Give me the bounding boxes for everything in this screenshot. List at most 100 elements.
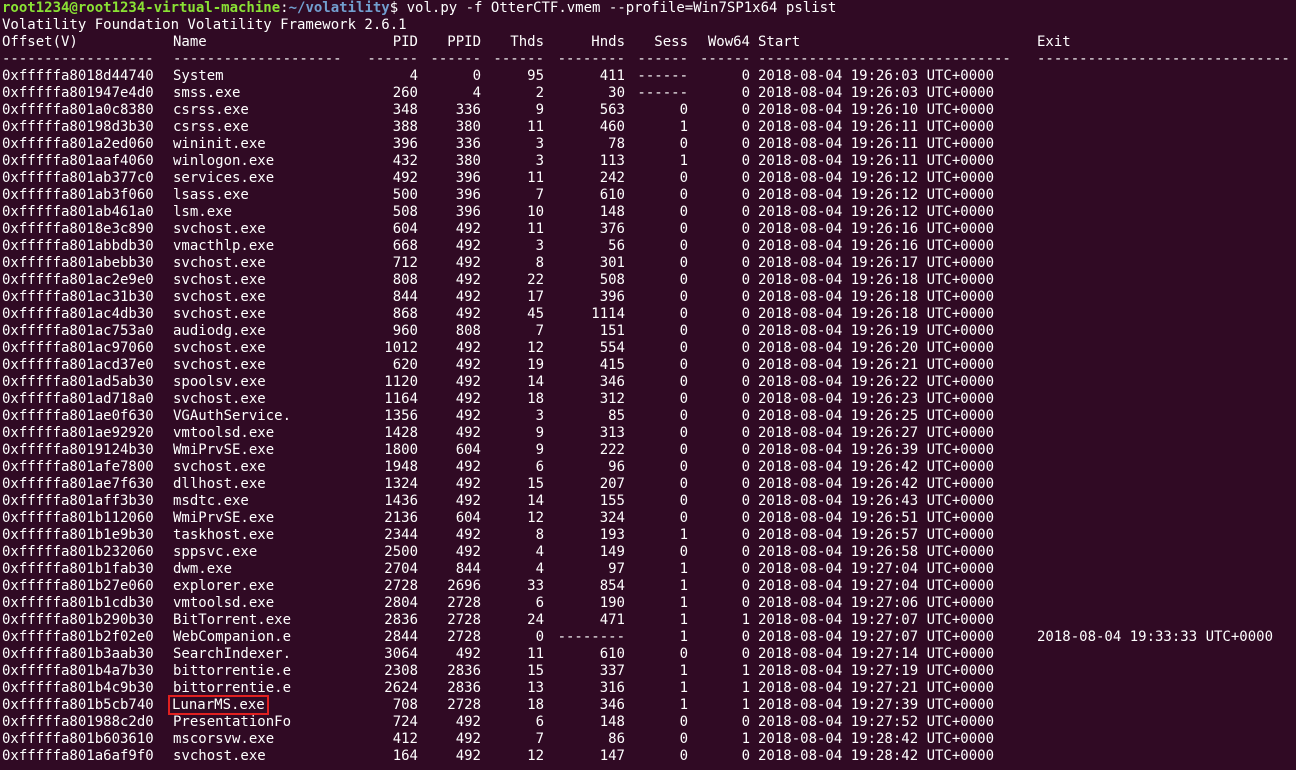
cell-hnds: 460 [599, 119, 625, 135]
cell-offset: 0xfffffa801a6af9f0 [2, 748, 154, 764]
cell-ppid: 492 [455, 357, 481, 373]
separator-thds: ------ [493, 51, 544, 67]
cell-offset: 0xfffffa801b27e060 [2, 578, 154, 594]
cell-start: 2018-08-04 19:26:11 UTC+0000 [758, 136, 995, 152]
cell-pid: 1120 [384, 374, 418, 390]
separator-offset: ------------------ [2, 51, 154, 67]
cell-thds: 7 [535, 187, 544, 203]
cell-ppid: 0 [472, 68, 481, 84]
cell-exit [1037, 578, 1296, 595]
cell-thds: 3 [535, 238, 544, 254]
cell-pid: 500 [392, 187, 418, 203]
cell-pid: 3064 [384, 646, 418, 662]
cell-start: 2018-08-04 19:27:52 UTC+0000 [758, 714, 995, 730]
cell-pid: 1948 [384, 459, 418, 475]
cell-sess: 1 [679, 561, 688, 577]
cell-wow64: 1 [741, 697, 750, 713]
cell-exit [1037, 221, 1296, 238]
cell-thds: 3 [535, 408, 544, 424]
prompt-separator: : [280, 0, 289, 16]
cell-ppid: 2728 [447, 612, 481, 628]
cell-hnds: 78 [608, 136, 625, 152]
cell-exit [1037, 374, 1296, 391]
cell-wow64: 0 [741, 561, 750, 577]
cell-wow64: 0 [741, 442, 750, 458]
cell-name: dwm.exe [173, 561, 233, 577]
cell-wow64: 0 [741, 714, 750, 730]
cell-pid: 2836 [384, 612, 418, 628]
cell-hnds: 324 [599, 510, 625, 526]
table-row: 0xfffffa801b5cb740 LunarMS.exe 708 2728 18 34… [2, 695, 1296, 715]
separator-start: ------------------------------ [758, 51, 1011, 67]
cell-ppid: 396 [455, 170, 481, 186]
cell-sess: 1 [679, 663, 688, 679]
cell-offset: 0xfffffa801aff3b30 [2, 493, 154, 509]
cell-exit [1037, 459, 1296, 476]
command-text: vol.py -f OtterCTF.vmem --profile=Win7SP… [406, 0, 837, 16]
cell-hnds: 610 [599, 187, 625, 203]
cell-exit [1037, 527, 1296, 544]
cell-hnds: 471 [599, 612, 625, 628]
cell-name: wininit.exe [173, 136, 266, 152]
cell-hnds: 147 [599, 748, 625, 764]
table-row: 0xfffffa801b290b30 BitTorrent.exe 2836 2728… [2, 612, 1296, 629]
cell-name: svchost.exe [173, 221, 266, 237]
cell-ppid: 2728 [447, 629, 481, 645]
header-ppid: PPID [447, 34, 481, 50]
cell-wow64: 0 [741, 102, 750, 118]
cell-name: svchost.exe [173, 748, 266, 764]
cell-sess: 1 [679, 612, 688, 628]
cell-sess: 0 [679, 238, 688, 254]
cell-thds: 18 [527, 697, 544, 713]
cell-ppid: 380 [455, 153, 481, 169]
cell-hnds: 85 [608, 408, 625, 424]
cell-ppid: 2696 [447, 578, 481, 594]
cell-hnds: 148 [599, 204, 625, 220]
cell-wow64: 0 [741, 646, 750, 662]
cell-pid: 712 [392, 255, 418, 271]
cell-thds: 12 [527, 510, 544, 526]
highlighted-process-name: LunarMS.exe [168, 695, 269, 715]
cell-name: spoolsv.exe [173, 374, 266, 390]
cell-start: 2018-08-04 19:26:27 UTC+0000 [758, 425, 995, 441]
table-row: 0xfffffa801ac97060 svchost.exe 1012 492 12 55… [2, 340, 1296, 357]
cell-ppid: 4 [472, 85, 481, 101]
cell-sess: 0 [679, 374, 688, 390]
cell-sess: 1 [679, 595, 688, 611]
cell-pid: 2844 [384, 629, 418, 645]
cell-name: LunarMS.exe [168, 695, 373, 715]
cell-offset: 0xfffffa801ac753a0 [2, 323, 154, 339]
cell-thds: 7 [535, 323, 544, 339]
cell-offset: 0xfffffa801abebb30 [2, 255, 154, 271]
cell-sess: 0 [679, 748, 688, 764]
cell-sess: 1 [679, 119, 688, 135]
table-row: 0xfffffa801988c2d0 PresentationFo 724 492 6 1… [2, 714, 1296, 731]
cell-start: 2018-08-04 19:27:19 UTC+0000 [758, 663, 995, 679]
cell-exit [1037, 493, 1296, 510]
cell-wow64: 0 [741, 748, 750, 764]
table-row: 0xfffffa801aff3b30 msdtc.exe 1436 492 14 155 0… [2, 493, 1296, 510]
cell-exit [1037, 85, 1296, 102]
table-row: 0xfffffa801b4a7b30 bittorrentie.e 2308 2836… [2, 663, 1296, 680]
cell-exit [1037, 68, 1296, 85]
cell-pid: 2804 [384, 595, 418, 611]
cell-thds: 9 [535, 102, 544, 118]
cell-hnds: 207 [599, 476, 625, 492]
cell-name: msdtc.exe [173, 493, 249, 509]
cell-pid: 2308 [384, 663, 418, 679]
terminal-window[interactable]: root1234@root1234-virtual-machine:~/vola… [2, 0, 1296, 770]
table-row: 0xfffffa801b603610 mscorsvw.exe 412 492 7 86 0… [2, 731, 1296, 748]
cell-thds: 15 [527, 663, 544, 679]
table-row: 0xfffffa801b2f02e0 WebCompanion.e 2844 2728… [2, 629, 1296, 646]
cell-exit [1037, 408, 1296, 425]
cell-name: VGAuthService. [173, 408, 292, 424]
table-row: 0xfffffa801afe7800 svchost.exe 1948 492 6 96 0… [2, 459, 1296, 476]
table-row: 0xfffffa801b3aab30 SearchIndexer. 3064 492 1… [2, 646, 1296, 663]
cell-start: 2018-08-04 19:27:04 UTC+0000 [758, 578, 995, 594]
table-row: 0xfffffa801ab461a0 lsm.exe 508 396 10 148 0 0 20… [2, 204, 1296, 221]
cell-name: taskhost.exe [173, 527, 275, 543]
cell-pid: 1428 [384, 425, 418, 441]
table-row: 0xfffffa801a2ed060 wininit.exe 396 336 3 78 0 0… [2, 136, 1296, 153]
cell-start: 2018-08-04 19:26:43 UTC+0000 [758, 493, 995, 509]
cell-pid: 4 [409, 68, 418, 84]
